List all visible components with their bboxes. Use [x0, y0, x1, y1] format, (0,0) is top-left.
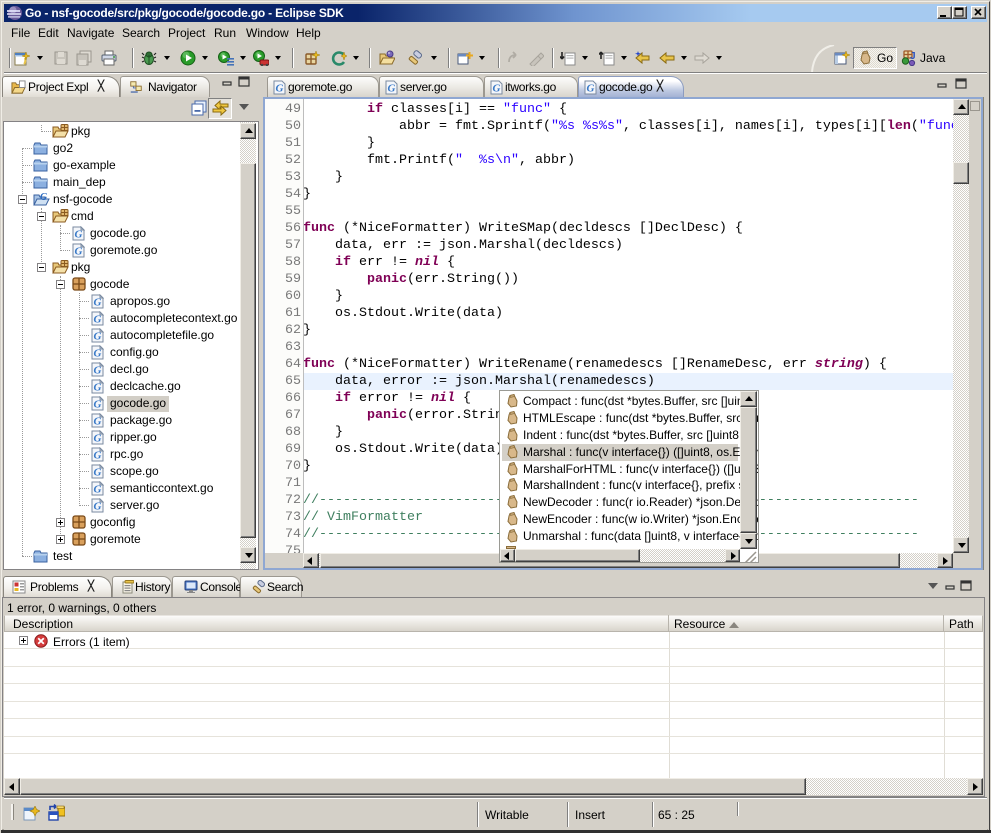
svg-text:G: G [94, 433, 102, 445]
svg-text:G: G [94, 331, 102, 343]
svg-text:G: G [587, 83, 595, 95]
svg-text:G: G [94, 365, 102, 377]
svg-text:G: G [94, 484, 102, 496]
svg-text:G: G [388, 83, 396, 95]
svg-text:G: G [94, 467, 102, 479]
svg-text:G: G [40, 192, 48, 203]
svg-text:G: G [94, 348, 102, 360]
svg-text:G: G [94, 416, 102, 428]
svg-text:G: G [94, 297, 102, 309]
svg-text:G: G [493, 83, 501, 95]
svg-text:G: G [94, 314, 102, 326]
svg-text:G: G [75, 246, 83, 258]
svg-text:J: J [910, 51, 916, 62]
svg-text:G: G [94, 450, 102, 462]
svg-text:G: G [94, 501, 102, 513]
svg-text:G: G [94, 382, 102, 394]
svg-text:G: G [94, 399, 102, 411]
svg-text:G: G [75, 229, 83, 241]
svg-text:G: G [276, 83, 284, 95]
